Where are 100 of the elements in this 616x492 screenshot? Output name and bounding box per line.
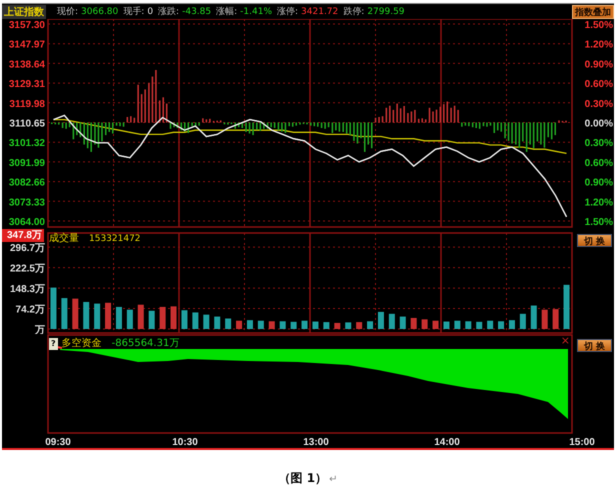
quote-value: 2799.59	[367, 6, 405, 16]
volume-bar	[160, 306, 166, 329]
help-icon[interactable]: ?	[49, 338, 58, 350]
volume-bar	[432, 320, 439, 329]
quote-value: 3066.80	[81, 6, 118, 16]
volume-bar	[236, 320, 242, 329]
percent-tick-label: 0.90%	[584, 178, 613, 189]
volume-bar	[246, 320, 253, 329]
volume-bar	[94, 304, 100, 329]
price-tick-label: 3064.00	[8, 217, 45, 228]
volume-bar	[138, 304, 144, 329]
paragraph-mark: ↵	[329, 474, 338, 485]
volume-bar	[192, 312, 198, 329]
price-tick-label: 3101.32	[8, 138, 45, 150]
volume-bar	[290, 322, 297, 329]
quote-label: 涨跌:	[158, 6, 180, 18]
time-label: 14:00	[434, 437, 460, 448]
volume-bar	[508, 320, 515, 329]
volume-bar	[345, 322, 352, 329]
volume-bar	[148, 310, 155, 329]
price-tick-label: 3110.65	[9, 118, 45, 130]
quote-value: 0	[147, 6, 154, 16]
volume-bar	[50, 288, 56, 329]
volume-bar	[552, 309, 559, 329]
price-tick-label: 3157.30	[8, 20, 45, 31]
volume-max-label: 347.8万	[2, 229, 44, 242]
quote-label: 涨停:	[277, 6, 298, 18]
volume-bar	[520, 314, 526, 329]
volume-bar	[203, 314, 210, 329]
price-tick-label: 3073.33	[8, 197, 45, 208]
quote-value: -43.85	[182, 6, 212, 16]
quote-value: -1.41%	[240, 6, 272, 16]
quote-label: 跌停:	[343, 6, 364, 18]
volume-bar	[454, 320, 460, 329]
volume-bar	[542, 310, 548, 329]
volume-bar	[388, 314, 395, 329]
volume-bar	[367, 321, 374, 329]
volume-bar	[61, 298, 68, 329]
volume-bar	[323, 322, 330, 329]
volume-bar	[268, 321, 275, 329]
volume-bar	[83, 302, 90, 329]
volume-bar	[400, 316, 406, 329]
volume-bar	[225, 318, 232, 329]
quote-label: 现价:	[57, 6, 78, 18]
time-label: 09:30	[45, 437, 71, 448]
volume-bar	[302, 320, 308, 329]
volume-tick-label: 74.2万	[16, 304, 45, 316]
volume-bar	[214, 316, 220, 329]
percent-tick-label: 1.20%	[584, 197, 613, 208]
volume-bar	[422, 319, 428, 329]
index-title: 上证指数	[2, 4, 46, 18]
percent-tick-label: 1.50%	[584, 217, 613, 228]
volume-bar	[410, 318, 417, 329]
volume-bar	[181, 310, 188, 329]
percent-tick-label: 0.60%	[584, 79, 613, 90]
volume-bar	[280, 321, 286, 329]
volume-bar	[564, 284, 570, 329]
time-label: 15:00	[569, 437, 595, 448]
price-tick-label: 3119.98	[9, 98, 45, 110]
volume-bar	[258, 320, 264, 329]
volume-bar	[356, 322, 362, 329]
percent-tick-label: 1.50%	[584, 20, 613, 31]
percent-tick-label: 1.20%	[584, 40, 613, 51]
percent-tick-label: 0.30%	[584, 138, 613, 150]
price-tick-label: 3129.31	[8, 79, 45, 90]
time-label: 10:30	[172, 437, 198, 448]
volume-bar	[443, 322, 450, 329]
volume-bar	[312, 322, 318, 329]
volume-bar	[465, 321, 472, 329]
volume-bar	[72, 298, 78, 329]
volume-tick-label: 222.5万	[10, 264, 45, 275]
price-tick-label: 3082.66	[8, 178, 45, 189]
time-label: 13:00	[303, 437, 329, 448]
switch-button[interactable]: 切 换	[577, 339, 612, 352]
percent-tick-label: 0.00%	[584, 118, 613, 130]
close-icon[interactable]: ×	[560, 335, 570, 346]
overlay-button[interactable]: 指数叠加	[572, 4, 614, 18]
volume-bar	[126, 310, 133, 329]
percent-tick-label: 0.90%	[584, 59, 613, 70]
switch-button[interactable]: 切 换	[577, 234, 612, 247]
volume-legend: 成交量	[49, 233, 79, 245]
fund-value: -865564.31万	[112, 338, 180, 350]
quote-value: 3421.72	[301, 6, 338, 16]
percent-tick-label: 0.60%	[584, 158, 613, 169]
volume-tick-label: 148.3万	[10, 284, 45, 296]
volume-bar	[476, 322, 482, 329]
volume-tick-label: 296.7万	[10, 243, 45, 254]
percent-tick-label: 0.30%	[584, 98, 613, 110]
volume-bar	[378, 312, 384, 329]
volume-bar	[105, 302, 112, 329]
volume-bar	[170, 306, 177, 329]
volume-total: 153321472	[89, 233, 141, 245]
figure-caption: （图 1）	[278, 470, 328, 487]
volume-bar	[334, 322, 340, 329]
volume-bar	[116, 306, 122, 329]
quote-label: 涨幅:	[216, 6, 238, 18]
fund-legend: 多空资金	[62, 338, 102, 350]
price-tick-label: 3138.64	[8, 59, 45, 70]
price-tick-label: 3147.97	[8, 40, 45, 51]
volume-bar	[487, 320, 494, 329]
